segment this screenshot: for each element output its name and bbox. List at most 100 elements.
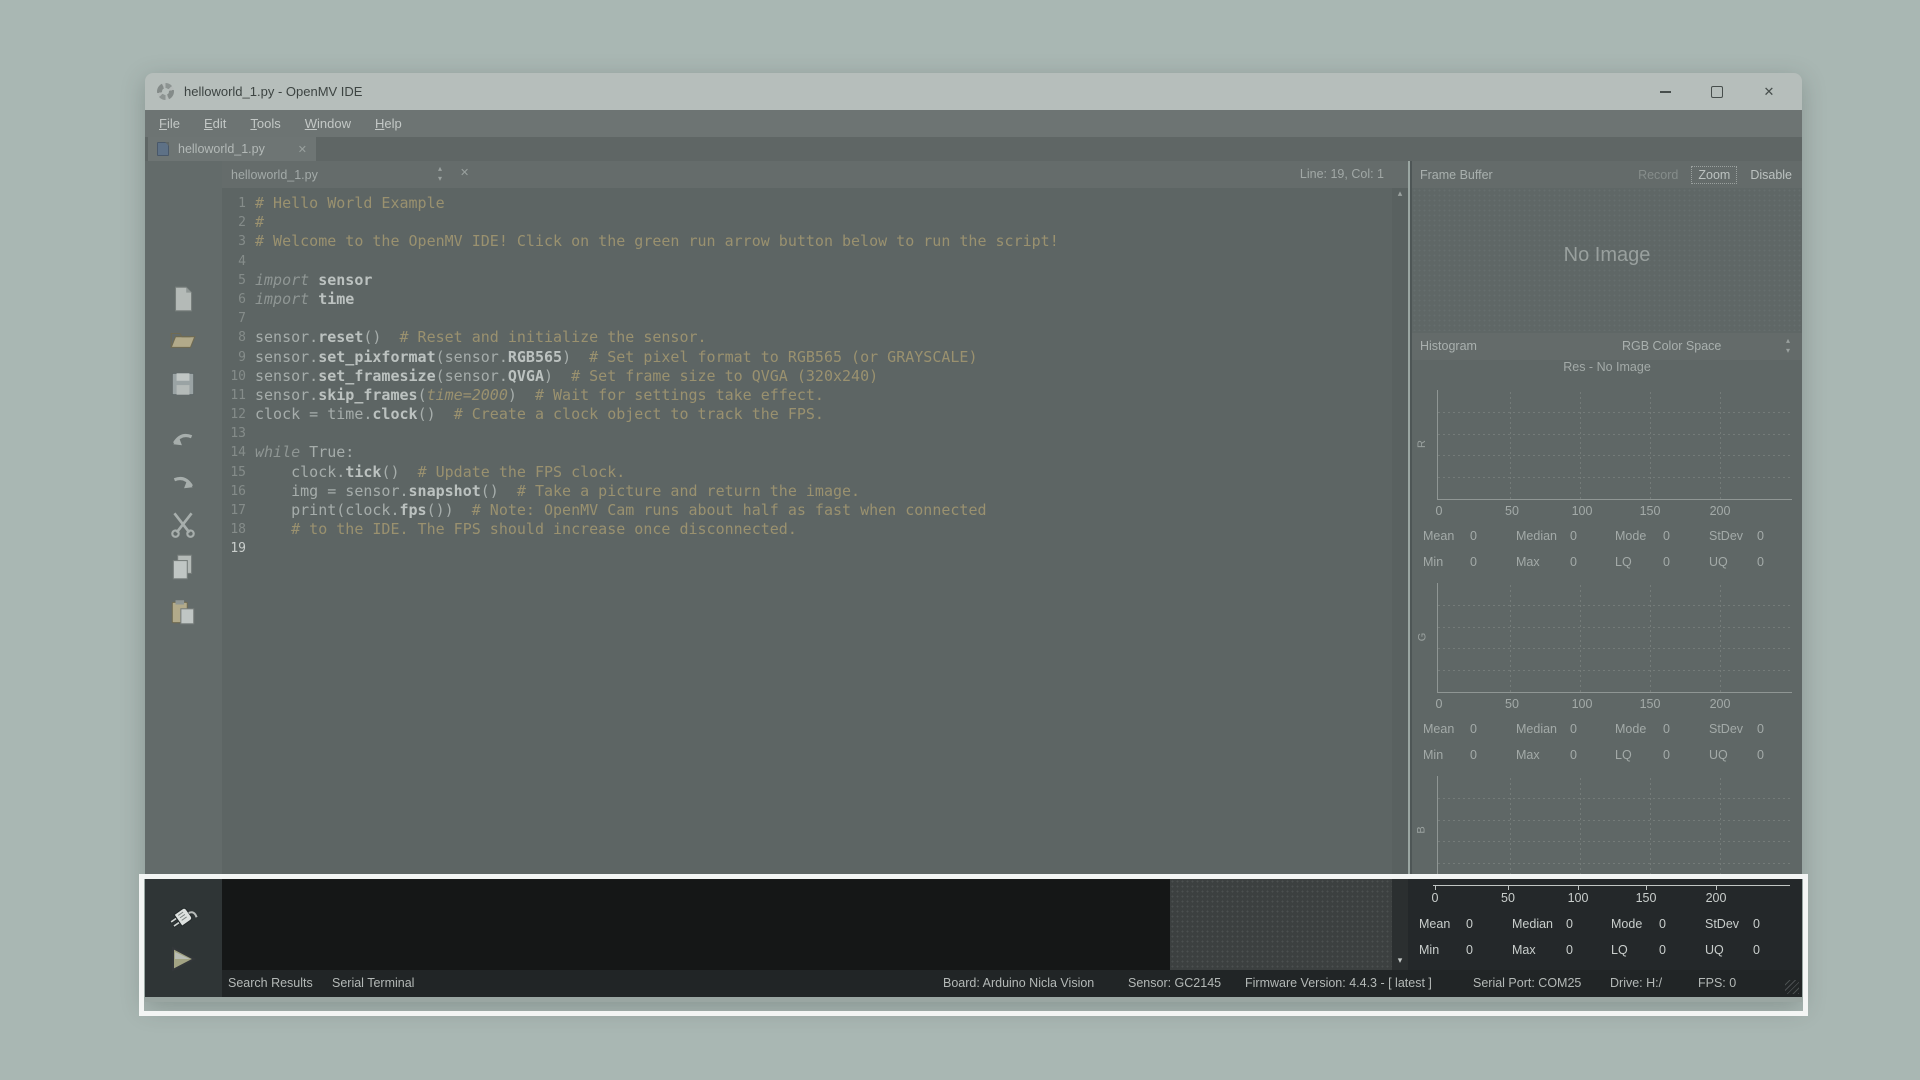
histogram-axis-ticks: 050100150200 [1412, 504, 1802, 522]
menu-item-tools[interactable]: Tools [250, 116, 280, 131]
tab-close-icon[interactable]: ✕ [298, 143, 307, 156]
color-space-spinner-icon[interactable]: ▴▾ [1786, 336, 1790, 356]
histogram-plot-r [1437, 390, 1792, 500]
code-line-16[interactable]: 16 img = sensor.snapshot() # Take a pict… [222, 482, 1408, 501]
code-line-12[interactable]: 12clock = time.clock() # Create a clock … [222, 405, 1408, 424]
code-line-15[interactable]: 15 clock.tick() # Update the FPS clock. [222, 463, 1408, 482]
editor-scrollbar-bottom[interactable]: ▾ [1392, 879, 1408, 970]
status-firmware: Firmware Version: 4.4.3 - [ latest ] [1245, 976, 1432, 990]
histogram-plot-g [1437, 583, 1792, 693]
tab-helloworld[interactable]: helloworld_1.py ✕ [148, 137, 316, 161]
line-number: 11 [222, 386, 246, 405]
title-bar: helloworld_1.py - OpenMV IDE ✕ [145, 73, 1802, 110]
histogram-header: Histogram RGB Color Space ▴▾ [1412, 333, 1802, 360]
editor-toolbar [145, 161, 222, 879]
code-line-17[interactable]: 17 print(clock.fps()) # Note: OpenMV Cam… [222, 501, 1408, 520]
code-line-4[interactable]: 4 [222, 252, 1408, 271]
document-bar: helloworld_1.py ▴▾ ✕ Line: 19, Col: 1 [222, 161, 1408, 188]
code-line-13[interactable]: 13 [222, 424, 1408, 443]
editor-bottom-area [1170, 879, 1392, 970]
histogram-stats-row: Mean0Median0Mode0StDev0 [1408, 917, 1802, 935]
histogram-stats-row: Min0Max0LQ0UQ0 [1412, 555, 1802, 573]
window-title: helloworld_1.py - OpenMV IDE [184, 84, 362, 99]
line-number: 9 [222, 348, 246, 367]
scroll-down-icon[interactable]: ▾ [1392, 955, 1408, 966]
histogram-b-stats: 050100150200 Mean0Median0Mode0StDev0 Min0M… [1408, 879, 1802, 970]
disable-button[interactable]: Disable [1750, 168, 1792, 182]
status-fps: FPS: 0 [1698, 976, 1736, 990]
code-line-1[interactable]: 1# Hello World Example [222, 194, 1408, 213]
new-file-icon[interactable] [168, 284, 198, 314]
editor-scrollbar[interactable]: ▴ [1392, 188, 1408, 879]
tab-bar: helloworld_1.py ✕ [145, 137, 1802, 161]
paste-icon[interactable] [168, 597, 198, 627]
line-number: 14 [222, 443, 246, 462]
line-number: 10 [222, 367, 246, 386]
maximize-button[interactable] [1706, 81, 1728, 103]
color-space-selector[interactable]: RGB Color Space [1622, 339, 1721, 353]
redo-icon[interactable] [168, 469, 198, 499]
line-number: 15 [222, 463, 246, 482]
histogram-section-r: R050100150200Mean0Median0Mode0StDev0Min0… [1412, 390, 1802, 583]
frame-buffer-panel: Frame Buffer RecordZoomDisable No Image … [1410, 161, 1802, 879]
status-serial-port[interactable]: Serial Port: COM25 [1473, 976, 1581, 990]
zoom-button[interactable]: Zoom [1691, 166, 1737, 184]
line-number: 12 [222, 405, 246, 424]
code-line-10[interactable]: 10sensor.set_framesize(sensor.QVGA) # Se… [222, 367, 1408, 386]
close-button[interactable]: ✕ [1758, 81, 1780, 103]
code-line-18[interactable]: 18 # to the IDE. The FPS should increase… [222, 520, 1408, 539]
serial-terminal-output[interactable] [222, 879, 1170, 970]
resize-grip[interactable] [1785, 980, 1799, 994]
line-number: 13 [222, 424, 246, 443]
menu-item-window[interactable]: Window [305, 116, 351, 131]
cut-icon[interactable] [168, 509, 198, 539]
tab-search-results[interactable]: Search Results [228, 976, 313, 990]
connect-button[interactable] [167, 901, 199, 933]
histogram-b-axis [1433, 885, 1790, 886]
code-line-9[interactable]: 9sensor.set_pixformat(sensor.RGB565) # S… [222, 348, 1408, 367]
save-file-icon[interactable] [168, 369, 198, 399]
minimize-button[interactable] [1654, 81, 1676, 103]
undo-icon[interactable] [168, 426, 198, 456]
line-number: 6 [222, 290, 246, 309]
code-line-11[interactable]: 11sensor.skip_frames(time=2000) # Wait f… [222, 386, 1408, 405]
code-line-5[interactable]: 5import sensor [222, 271, 1408, 290]
copy-icon[interactable] [168, 552, 198, 582]
cursor-position: Line: 19, Col: 1 [1300, 167, 1384, 181]
scroll-up-icon[interactable]: ▴ [1392, 188, 1408, 199]
code-line-14[interactable]: 14while True: [222, 443, 1408, 462]
tab-serial-terminal[interactable]: Serial Terminal [332, 976, 414, 990]
status-sensor: Sensor: GC2145 [1128, 976, 1221, 990]
status-drive[interactable]: Drive: H:/ [1610, 976, 1662, 990]
code-area[interactable]: 1# Hello World Example2#3# Welcome to th… [222, 188, 1408, 879]
line-number: 4 [222, 252, 246, 271]
frame-buffer-viewport: No Image [1412, 188, 1802, 331]
histogram-stats-row: Min0Max0LQ0UQ0 [1408, 943, 1802, 961]
channel-label-g: G [1416, 633, 1428, 642]
code-line-3[interactable]: 3# Welcome to the OpenMV IDE! Click on t… [222, 232, 1408, 251]
frame-buffer-title: Frame Buffer [1420, 168, 1493, 182]
histogram-axis-ticks: 050100150200 [1412, 697, 1802, 715]
frame-buffer-buttons: RecordZoomDisable [1638, 166, 1802, 184]
line-number: 8 [222, 328, 246, 347]
document-selector-spinner-icon[interactable]: ▴▾ [434, 164, 446, 184]
line-number: 7 [222, 309, 246, 328]
menu-item-help[interactable]: Help [375, 116, 402, 131]
code-line-8[interactable]: 8sensor.reset() # Reset and initialize t… [222, 328, 1408, 347]
document-selector[interactable]: helloworld_1.py [231, 168, 318, 182]
line-number: 19 [222, 539, 246, 558]
menu-item-file[interactable]: File [159, 116, 180, 131]
document-close-icon[interactable]: ✕ [460, 166, 469, 179]
code-line-6[interactable]: 6import time [222, 290, 1408, 309]
status-bar: Search Results Serial Terminal Board: Ar… [222, 970, 1802, 997]
line-number: 5 [222, 271, 246, 290]
code-line-19[interactable]: 19 [222, 539, 1408, 558]
channel-label-r: R [1416, 440, 1428, 448]
histogram-axis-ticks: 050100150200 [1408, 891, 1802, 909]
line-number: 3 [222, 232, 246, 251]
open-file-icon[interactable] [168, 326, 198, 356]
code-line-2[interactable]: 2# [222, 213, 1408, 232]
menu-item-edit[interactable]: Edit [204, 116, 226, 131]
run-script-button[interactable] [167, 943, 199, 975]
code-line-7[interactable]: 7 [222, 309, 1408, 328]
